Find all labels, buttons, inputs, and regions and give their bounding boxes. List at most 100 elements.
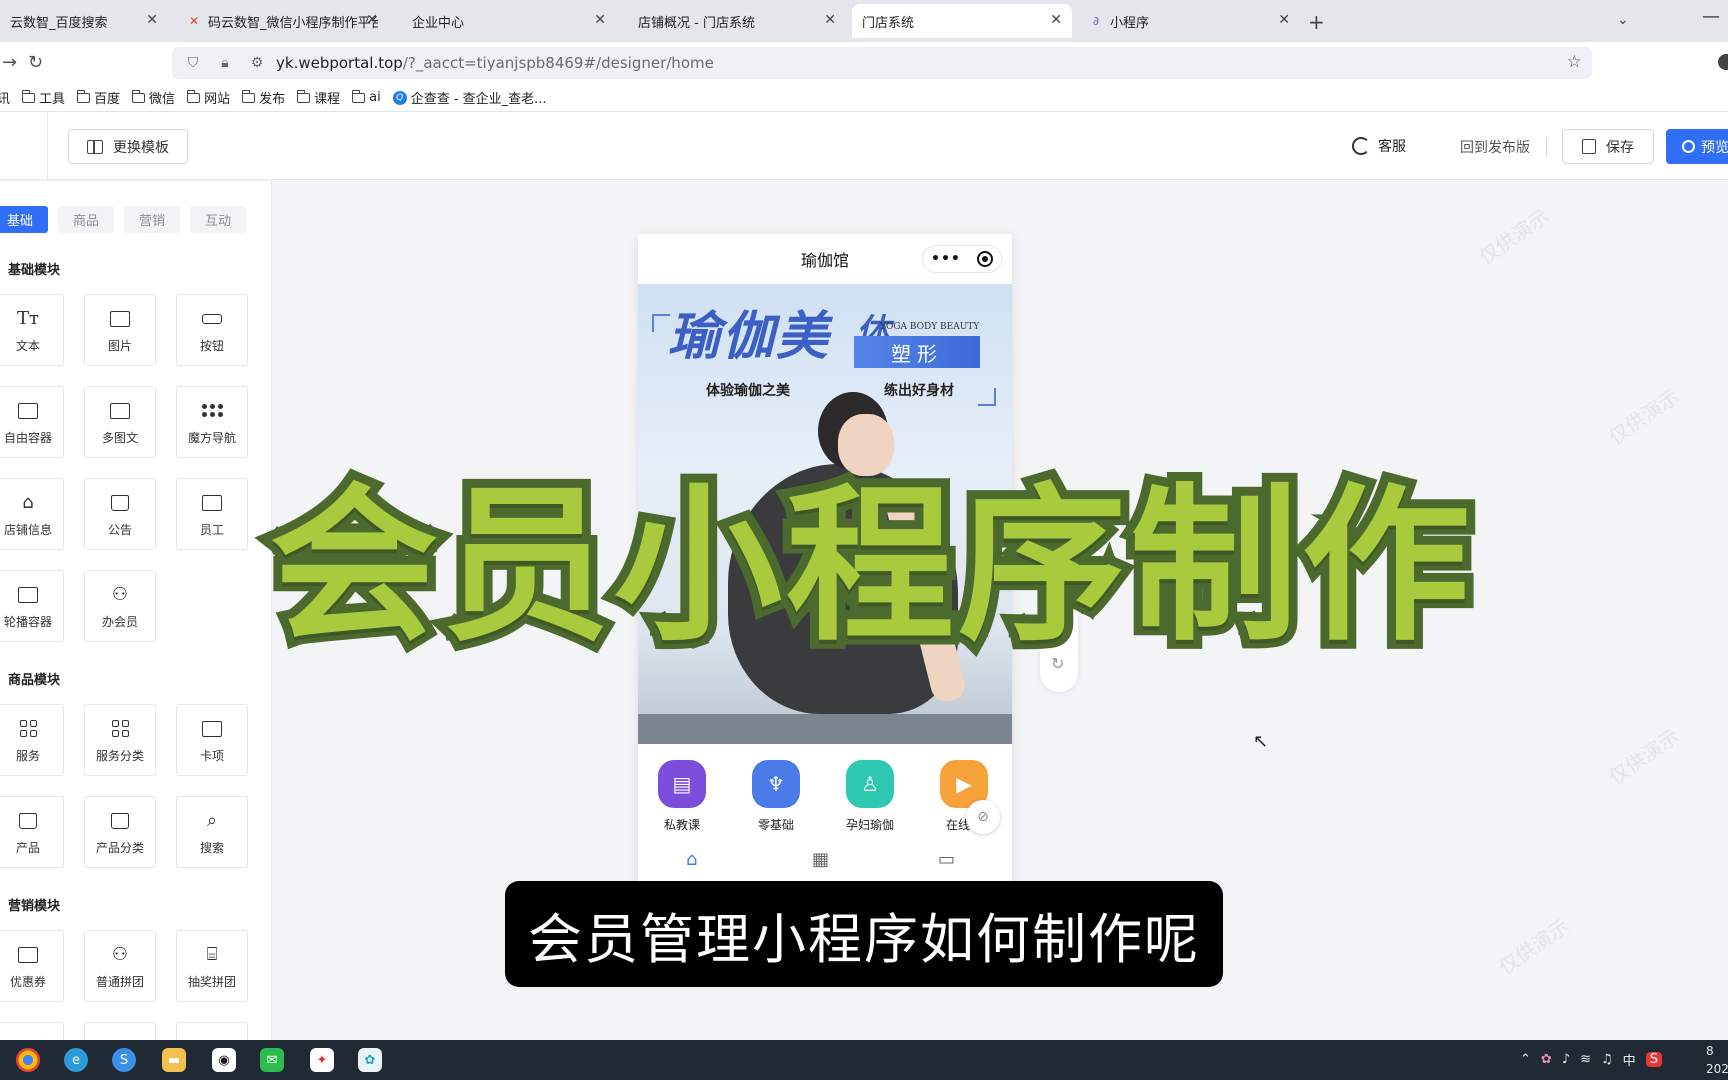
support-button[interactable]: 客服 (1352, 136, 1406, 156)
close-icon[interactable]: ✕ (366, 12, 378, 28)
component-more[interactable] (84, 1022, 156, 1040)
bookmark-item[interactable]: 资讯 (0, 88, 10, 107)
change-template-button[interactable]: 更换模板 (68, 129, 188, 164)
component-text[interactable]: Tт 文本 (0, 294, 64, 366)
component-image[interactable]: 图片 (84, 294, 156, 366)
close-icon[interactable]: ✕ (824, 12, 836, 28)
component-multi-image-text[interactable]: 多图文 (84, 386, 156, 458)
system-tray: ⌃ ✿ ♪ ≋ ♫ 中 S (1520, 1050, 1662, 1069)
bookmark-item[interactable]: 百度 (76, 88, 121, 107)
nav-item-label: 私教课 (663, 818, 700, 832)
bookmark-label: 百度 (94, 92, 121, 107)
forward-icon[interactable]: → (2, 52, 17, 73)
nav-item-private[interactable]: ▤ 私教课 (642, 760, 722, 833)
component-coupon[interactable]: 优惠券 (0, 930, 64, 1002)
back-to-published-button[interactable]: 回到发布版 (1460, 137, 1530, 157)
component-more[interactable] (176, 1022, 248, 1040)
phone-tab-bar: ⌂ ▦ ▭ (638, 839, 1012, 884)
bookmark-item[interactable]: 发布 (241, 88, 285, 107)
preview-button[interactable]: 预览 (1666, 129, 1728, 164)
card-icon[interactable]: ▭ (938, 849, 955, 870)
component-label: 卡项 (199, 748, 224, 763)
bookmark-label: 企查查 - 查企业_查老... (410, 92, 547, 107)
edge-icon[interactable]: e (64, 1048, 88, 1072)
tab-interaction[interactable]: 互动 (190, 206, 246, 233)
close-icon[interactable]: ✕ (146, 12, 158, 28)
component-notice[interactable]: 公告 (84, 478, 156, 550)
wifi-icon[interactable]: ≋ (1580, 1052, 1591, 1067)
component-search[interactable]: ⌕ 搜索 (176, 796, 248, 868)
nav-item-prenatal[interactable]: ♙ 孕妇瑜伽 (830, 760, 910, 833)
section-title-marketing: 营销模块 (8, 899, 61, 914)
qq-icon[interactable]: ◉ (212, 1048, 236, 1072)
component-service[interactable]: 服务 (0, 704, 64, 776)
system-clock[interactable]: 8 202 (1706, 1042, 1728, 1078)
close-icon[interactable]: ✕ (1050, 12, 1062, 28)
reload-icon[interactable]: ↻ (28, 52, 43, 73)
chevron-up-icon[interactable]: ⌃ (1520, 1052, 1531, 1067)
tab-miniprogram[interactable]: ∂ 小程序 ✕ (1078, 4, 1300, 38)
watermark: 仅供演示 (1474, 203, 1554, 270)
new-tab-icon[interactable]: + (1308, 10, 1325, 34)
close-icon[interactable]: ✕ (1278, 12, 1290, 28)
minimize-icon[interactable]: — (1702, 6, 1720, 27)
component-card[interactable]: 卡项 (176, 704, 248, 776)
component-label: 自由容器 (3, 430, 52, 445)
component-product[interactable]: 产品 (0, 796, 64, 868)
chrome-icon[interactable] (16, 1048, 40, 1072)
folder-icon[interactable]: ▬ (162, 1048, 186, 1072)
bookmark-item[interactable]: 网站 (186, 88, 231, 107)
component-staff[interactable]: 员工 (176, 478, 248, 550)
ime-indicator[interactable]: 中 (1623, 1050, 1636, 1069)
home-icon[interactable]: ⌂ (686, 849, 697, 870)
tab-store-system[interactable]: 门店系统 ✕ (852, 4, 1072, 38)
bookmark-item[interactable]: 工具 (21, 88, 65, 107)
chevron-down-icon[interactable]: ⌄ (1617, 12, 1629, 28)
component-label: 服务分类 (95, 748, 144, 763)
component-magic-nav[interactable]: 魔方导航 (176, 386, 248, 458)
tab-enterprise[interactable]: 企业中心 ✕ (398, 4, 616, 38)
calendar-icon[interactable]: ▦ (812, 849, 829, 870)
bookmark-star-icon[interactable]: ☆ (1567, 52, 1582, 72)
bookmark-label: 网站 (204, 92, 231, 107)
component-service-category[interactable]: 服务分类 (84, 704, 156, 776)
microphone-icon[interactable]: ♪ (1562, 1052, 1570, 1067)
tab-product[interactable]: 商品 (58, 206, 114, 233)
sogou-icon[interactable]: S (1645, 1052, 1662, 1067)
float-link-icon[interactable]: ⊘ (966, 800, 1000, 834)
save-button[interactable]: 保存 (1562, 129, 1654, 164)
tab-mayun[interactable]: ✕ 码云数智_微信小程序制作平台_ ✕ (176, 4, 388, 38)
close-icon[interactable]: ✕ (594, 12, 606, 28)
app-icon[interactable]: ✿ (358, 1048, 382, 1072)
component-carousel[interactable]: 轮播容器 (0, 570, 64, 642)
tray-app-icon[interactable]: ✿ (1541, 1052, 1552, 1067)
browser-icon[interactable]: S (112, 1048, 136, 1072)
profile-icon[interactable] (1718, 54, 1728, 70)
bookmark-item[interactable]: 课程 (296, 88, 340, 107)
component-button[interactable]: 按钮 (176, 294, 248, 366)
address-bar[interactable]: ⛉ 🔒︎ ⚙︎ yk.webportal.top/?_aacct=tiyanjs… (172, 47, 1592, 79)
banner-subtitle-right: 练出好身材 (884, 383, 954, 399)
wechat-icon[interactable]: ✉ (260, 1048, 284, 1072)
bookmark-item[interactable]: Q 企查查 - 查企业_查老... (392, 88, 547, 107)
volume-icon[interactable]: ♫ (1601, 1052, 1613, 1067)
tab-basic[interactable]: 基础 (0, 206, 48, 233)
tab-store-overview[interactable]: 店铺概况 - 门店系统 ✕ (624, 4, 846, 38)
tab-marketing[interactable]: 营销 (124, 206, 180, 233)
component-product-category[interactable]: 产品分类 (84, 796, 156, 868)
component-lottery-group[interactable]: ⌸ 抽奖拼团 (176, 930, 248, 1002)
url-text[interactable]: yk.webportal.top/?_aacct=tiyanjspb8469#/… (276, 54, 714, 72)
bookmark-item[interactable]: 微信 (131, 88, 175, 107)
store-icon: ⌂ (22, 492, 34, 513)
component-free-container[interactable]: 自由容器 (0, 386, 64, 458)
app-icon[interactable]: ✦ (310, 1048, 334, 1072)
component-more[interactable] (0, 1022, 64, 1040)
component-store-info[interactable]: ⌂ 店铺信息 (0, 478, 64, 550)
phone-title: 瑜伽馆 (800, 251, 849, 270)
component-group-buy[interactable]: ⚇ 普通拼团 (84, 930, 156, 1002)
bookmark-item[interactable]: ai (351, 89, 381, 105)
nav-item-beginner[interactable]: ♆ 零基础 (736, 760, 816, 833)
bag-category-icon (108, 809, 132, 833)
component-membership[interactable]: ⚇ 办会员 (84, 570, 156, 642)
tab-baidu[interactable]: 云数智_百度搜索 ✕ (0, 4, 168, 38)
